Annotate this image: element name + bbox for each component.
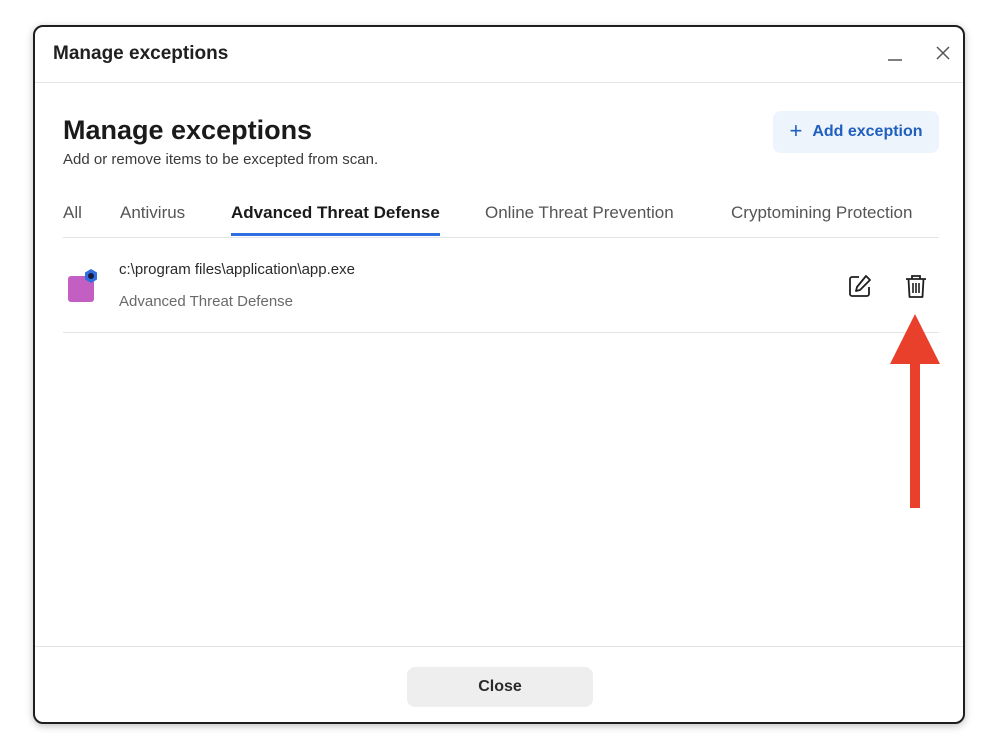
minimize-button[interactable] (883, 41, 907, 65)
edit-icon (849, 275, 871, 297)
app-icon (68, 269, 97, 302)
title-bar: Manage exceptions (35, 27, 963, 83)
trash-icon (906, 275, 926, 298)
tab-online-threat-prevention[interactable]: Online Threat Prevention (485, 203, 674, 233)
add-exception-label: Add exception (812, 123, 923, 140)
window-title: Manage exceptions (53, 43, 229, 64)
add-exception-button[interactable]: + Add exception (773, 111, 939, 153)
close-button[interactable]: Close (407, 667, 593, 707)
page-title: Manage exceptions (63, 115, 313, 145)
tab-all[interactable]: All (63, 203, 82, 233)
exception-row: c:\program files\application\app.exe Adv… (63, 239, 939, 333)
close-icon (936, 46, 950, 60)
annotation-arrow-up-icon (890, 314, 940, 508)
tab-advanced-threat-defense[interactable]: Advanced Threat Defense (231, 203, 440, 236)
manage-exceptions-window: Manage exceptions Manage exceptions Add … (33, 25, 965, 724)
dialog-footer: Close (35, 646, 963, 722)
delete-button[interactable] (901, 271, 931, 301)
tab-cryptomining-protection[interactable]: Cryptomining Protection (731, 203, 912, 233)
exception-category: Advanced Threat Defense (119, 293, 294, 310)
minimize-icon (888, 59, 902, 61)
tab-antivirus[interactable]: Antivirus (120, 203, 185, 233)
category-tabs: All Antivirus Advanced Threat Defense On… (63, 195, 939, 238)
exception-path: c:\program files\application\app.exe (119, 261, 355, 278)
edit-button[interactable] (845, 271, 875, 301)
plus-icon: + (789, 118, 803, 143)
page-subtitle: Add or remove items to be excepted from … (63, 151, 379, 168)
window-close-button[interactable] (931, 41, 955, 65)
